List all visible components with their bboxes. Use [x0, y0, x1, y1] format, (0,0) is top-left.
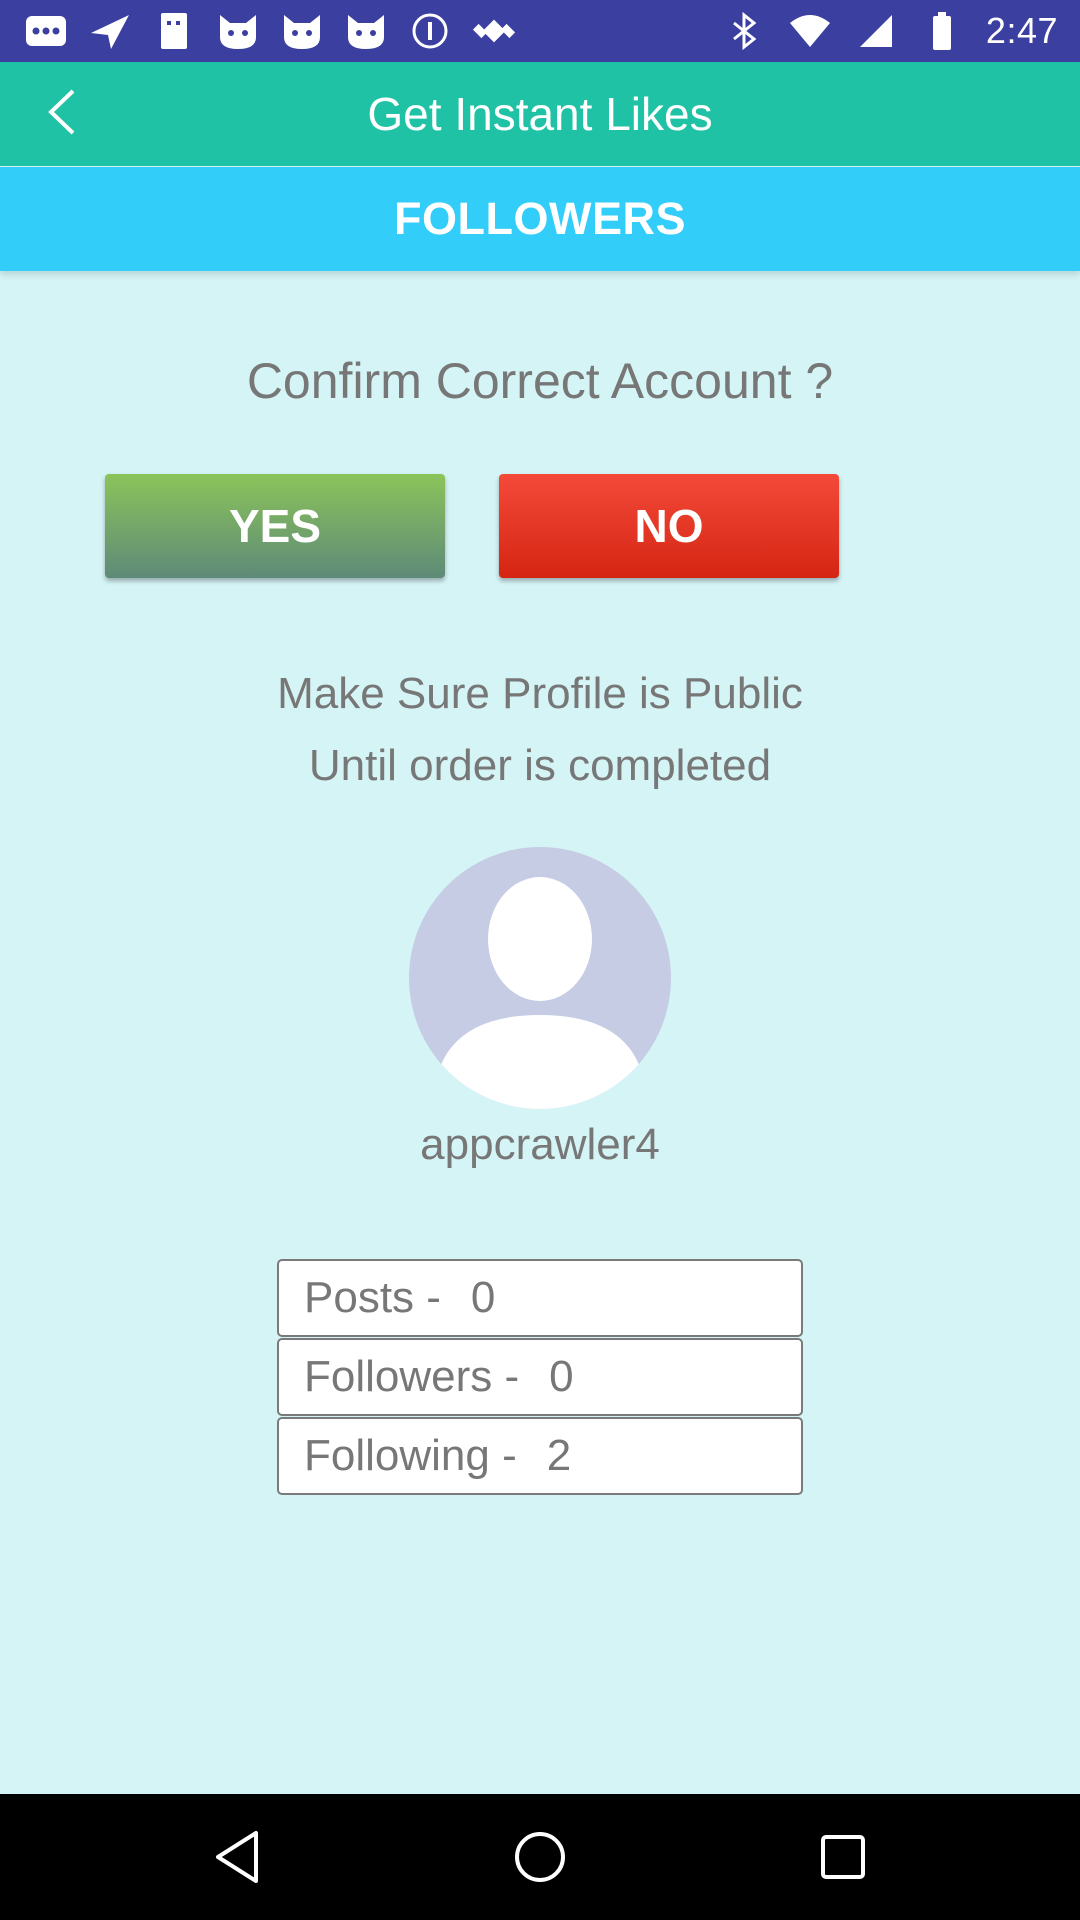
account-stats: Posts - 0 Followers - 0 Following - 2 — [277, 1259, 803, 1496]
cat-icon — [216, 11, 260, 51]
no-button[interactable]: NO — [499, 474, 839, 578]
notice-line-1: Make Sure Profile is Public — [277, 669, 803, 718]
info-icon — [408, 11, 452, 51]
back-triangle-icon — [216, 1831, 258, 1883]
status-time: 2:47 — [985, 10, 1058, 51]
signal-icon — [152, 11, 196, 51]
app-bar: Get Instant Likes — [0, 62, 1080, 166]
app-title: Get Instant Likes — [367, 88, 713, 140]
nav-back-button[interactable] — [193, 1812, 283, 1902]
notice-line-2: Until order is completed — [308, 741, 772, 790]
battery-icon — [920, 11, 964, 51]
back-button[interactable] — [32, 84, 92, 144]
cellular-icon — [854, 11, 898, 51]
status-left-icons — [24, 10, 516, 52]
cat-icon — [280, 11, 324, 51]
back-arrow-icon — [45, 87, 79, 142]
person-avatar-icon — [433, 877, 647, 1109]
yes-button[interactable]: YES — [105, 474, 445, 578]
tab-followers[interactable]: FOLLOWERS — [0, 167, 1080, 271]
nav-home-button[interactable] — [495, 1812, 585, 1902]
stat-value: 0 — [549, 1352, 574, 1401]
status-bar: 2:47 — [0, 0, 1080, 62]
nav-recents-button[interactable] — [798, 1812, 888, 1902]
bluetooth-icon — [722, 11, 766, 51]
cat-icon — [344, 11, 388, 51]
stat-value: 0 — [470, 1273, 496, 1322]
stat-value: 2 — [546, 1431, 572, 1480]
recents-square-icon — [821, 1835, 865, 1879]
satellite-fake-gps-icon — [472, 11, 516, 51]
tab-bar: FOLLOWERS — [0, 167, 1080, 271]
public-profile-notice: Make Sure Profile is Public Until order … — [0, 658, 1080, 802]
stat-label: Followers - — [304, 1352, 520, 1401]
home-circle-icon — [515, 1832, 565, 1882]
navigation-icon — [88, 11, 132, 51]
avatar — [409, 847, 671, 1109]
stat-followers: Followers - 0 — [277, 1338, 803, 1416]
status-right-icons: 2:47 — [722, 10, 1058, 52]
stat-label: Posts - — [304, 1273, 441, 1322]
messages-icon — [24, 11, 68, 51]
stat-label: Following - — [304, 1431, 517, 1480]
username: appcrawler4 — [420, 1120, 660, 1169]
wifi-icon — [788, 11, 832, 51]
navigation-bar — [0, 1794, 1080, 1920]
stat-following: Following - 2 — [277, 1417, 803, 1495]
stat-posts: Posts - 0 — [277, 1259, 803, 1337]
confirm-question: Confirm Correct Account ? — [246, 353, 834, 409]
